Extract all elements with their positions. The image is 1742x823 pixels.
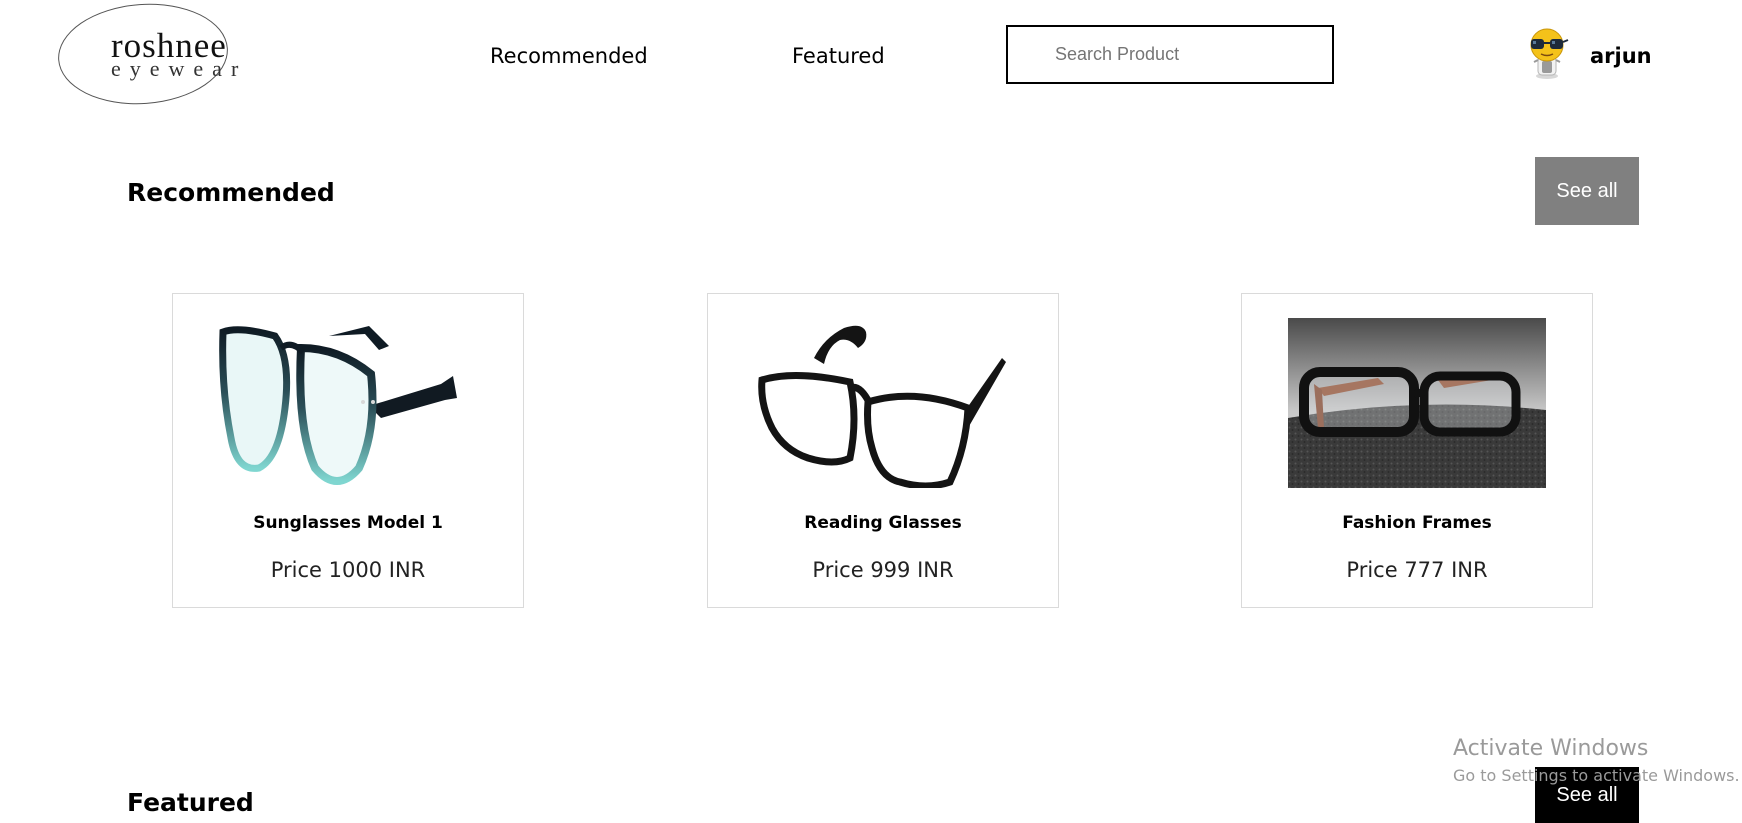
user-name[interactable]: arjun <box>1590 42 1652 70</box>
nav-link-recommended[interactable]: Recommended <box>490 42 648 70</box>
product-card[interactable]: Reading Glasses Price 999 INR <box>707 293 1059 608</box>
brand-logo[interactable]: roshnee eyewear <box>54 0 238 110</box>
product-name: Sunglasses Model 1 <box>253 513 443 533</box>
user-avatar-icon[interactable] <box>1522 26 1572 80</box>
product-name: Reading Glasses <box>804 513 962 533</box>
product-card[interactable]: Sunglasses Model 1 Price 1000 INR <box>172 293 524 608</box>
product-image-round-glasses <box>219 318 477 488</box>
recommended-section-title: Recommended <box>127 178 335 207</box>
product-price: Price 777 INR <box>1346 558 1488 582</box>
featured-see-all-button[interactable]: See all <box>1535 767 1639 823</box>
logo-tagline: eyewear <box>111 56 248 81</box>
product-image-rectangular-glasses <box>754 318 1012 490</box>
product-name: Fashion Frames <box>1342 513 1492 533</box>
product-price: Price 1000 INR <box>270 558 426 582</box>
product-price: Price 999 INR <box>812 558 954 582</box>
product-card[interactable]: Fashion Frames Price 777 INR <box>1241 293 1593 608</box>
recommended-see-all-button[interactable]: See all <box>1535 157 1639 225</box>
product-image-fashion-frames-photo <box>1288 318 1546 488</box>
search-input[interactable] <box>1008 27 1332 82</box>
search-box[interactable] <box>1006 25 1334 84</box>
watermark-title: Activate Windows <box>1453 736 1649 761</box>
nav-link-featured[interactable]: Featured <box>792 42 885 70</box>
featured-section-title: Featured <box>127 788 254 817</box>
